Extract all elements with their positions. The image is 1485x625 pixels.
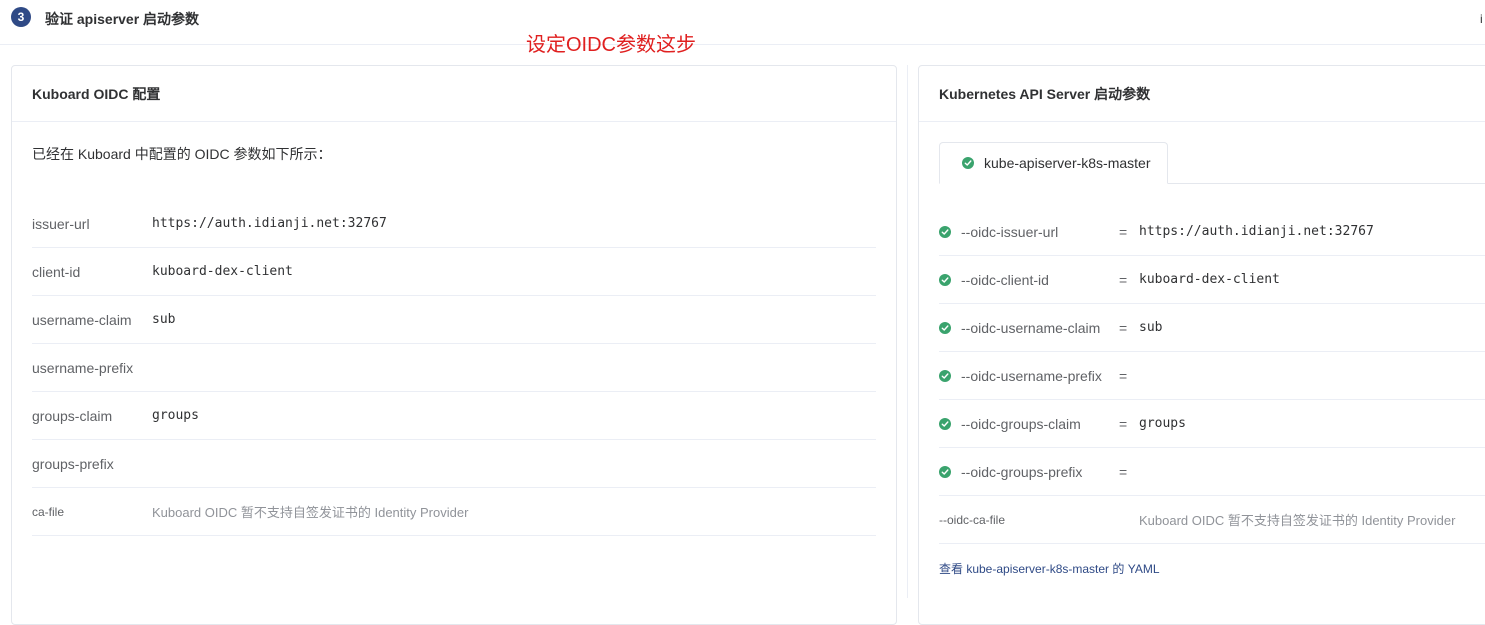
param-row: --oidc-ca-file Kuboard OIDC 暂不支持自签发证书的 I… [939,496,1485,544]
param-value: Kuboard OIDC 暂不支持自签发证书的 Identity Provide… [152,505,469,520]
step-number-badge: 3 [11,7,31,27]
param-value: kuboard-dex-client [152,264,293,279]
equals-sign: = [1119,319,1128,336]
check-circle-icon [939,369,951,382]
card-title: Kuboard OIDC 配置 [12,66,896,122]
param-value: Kuboard OIDC 暂不支持自签发证书的 Identity Provide… [1139,513,1456,528]
param-row: groups-claim groups [32,392,876,440]
edge-mark: i [1480,12,1483,26]
check-circle-icon [962,157,974,169]
param-key: --oidc-client-id [961,271,1049,288]
intro-text: 已经在 Kuboard 中配置的 OIDC 参数如下所示： [32,146,332,162]
param-row: ca-file Kuboard OIDC 暂不支持自签发证书的 Identity… [32,488,876,536]
param-row: username-claim sub [32,296,876,344]
equals-sign: = [1119,271,1128,288]
check-circle-icon [939,465,951,478]
tab-kube-apiserver-k8s-master[interactable]: kube-apiserver-k8s-master [939,142,1168,184]
param-key: ca-file [32,504,65,519]
param-value: https://auth.idianji.net:32767 [152,216,387,231]
param-key: client-id [32,263,81,280]
step-header: 3 验证 apiserver 启动参数 i [0,0,1485,45]
param-key: --oidc-ca-file [939,512,1006,527]
param-row: --oidc-groups-prefix = [939,448,1485,496]
param-row: client-id kuboard-dex-client [32,248,876,296]
param-key: groups-claim [32,407,113,424]
step-title: 验证 apiserver 启动参数 [45,11,200,27]
param-key: username-prefix [32,359,134,376]
annotation-text: 设定OIDC参数这步 [526,34,696,56]
equals-sign: = [1119,415,1128,432]
param-row: --oidc-groups-claim = groups [939,400,1485,448]
check-circle-icon [939,417,951,430]
card-title: Kubernetes API Server 启动参数 [919,66,1485,122]
check-circle-icon [939,273,951,286]
param-key: --oidc-groups-prefix [961,463,1083,480]
check-circle-icon [939,321,951,334]
param-row: groups-prefix [32,440,876,488]
param-value: https://auth.idianji.net:32767 [1139,224,1374,239]
param-row: --oidc-username-prefix = [939,352,1485,400]
kuboard-oidc-card: Kuboard OIDC 配置 已经在 Kuboard 中配置的 OIDC 参数… [11,65,897,625]
param-row: username-prefix [32,344,876,392]
param-key: --oidc-username-claim [961,319,1101,336]
param-value: groups [1139,416,1186,431]
param-key: --oidc-issuer-url [961,223,1059,240]
param-key: issuer-url [32,215,90,232]
view-yaml-link[interactable]: 查看 kube-apiserver-k8s-master 的 YAML [939,560,1160,577]
param-row: --oidc-client-id = kuboard-dex-client [939,256,1485,304]
param-value: sub [1139,320,1163,335]
param-key: --oidc-username-prefix [961,367,1102,384]
equals-sign: = [1119,367,1128,384]
param-key: groups-prefix [32,455,114,472]
check-circle-icon [939,225,951,238]
param-row: issuer-url https://auth.idianji.net:3276… [32,200,876,248]
apiserver-params-card: Kubernetes API Server 启动参数 kube-apiserve… [918,65,1485,625]
param-row: --oidc-username-claim = sub [939,304,1485,352]
param-row: --oidc-issuer-url = https://auth.idianji… [939,208,1485,256]
param-key: username-claim [32,311,132,328]
equals-sign: = [1119,463,1128,480]
equals-sign: = [1119,223,1128,240]
panel-divider [907,65,908,598]
param-value: kuboard-dex-client [1139,272,1280,287]
param-value: sub [152,312,176,327]
param-key: --oidc-groups-claim [961,415,1081,432]
param-value: groups [152,408,199,423]
tab-label: kube-apiserver-k8s-master [984,155,1151,171]
